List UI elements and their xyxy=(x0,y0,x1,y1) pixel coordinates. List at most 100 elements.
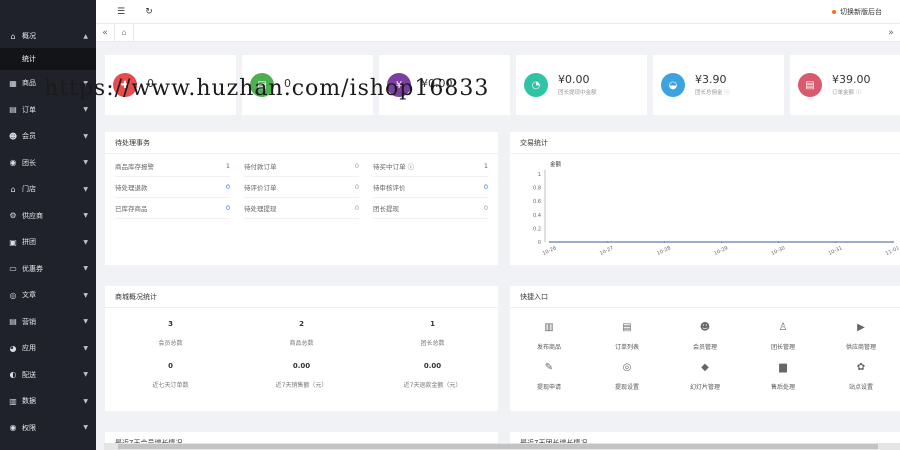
stat-card[interactable]: ◒ ¥3.90 团长总佣金 ⓘ xyxy=(653,55,784,115)
sidebar-item-label: 门店 xyxy=(22,185,36,194)
stat-value: ¥39.00 xyxy=(832,73,871,86)
sidebar-subitem-stats[interactable]: 统计 xyxy=(0,48,96,70)
menu-toggle-icon[interactable]: ☰ xyxy=(114,5,128,19)
overview-stat: 2 商品总数 xyxy=(236,320,367,362)
goods-icon: ▦ xyxy=(9,78,17,88)
x-tick-label: 11-01 xyxy=(885,245,900,257)
sidebar-item-label: 拼团 xyxy=(22,238,36,247)
x-tick-label: 10-29 xyxy=(713,245,729,257)
scroll-left-icon[interactable]: « xyxy=(96,28,114,38)
home-icon: ⌂ xyxy=(10,31,16,41)
sidebar-item-supplier[interactable]: ⚙ 供应商 ▼ xyxy=(0,203,96,230)
quick-entry-label: 团长管理 xyxy=(770,344,795,351)
tab-home[interactable]: ⌂ xyxy=(114,23,134,42)
todo-item[interactable]: 待买中订单 ⓘ 1 xyxy=(373,156,488,177)
quick-entry[interactable]: ◎ 提现设置 xyxy=(588,362,666,402)
refresh-icon[interactable]: ↻ xyxy=(142,5,156,19)
sidebar-item-data[interactable]: ▥ 数据 ▼ xyxy=(0,388,96,415)
scrollbar-thumb[interactable] xyxy=(118,444,878,449)
quick-entry[interactable]: ◆ 幻灯片管理 xyxy=(666,362,744,402)
quick-entry-label: 幻灯片管理 xyxy=(689,384,720,391)
todo-item[interactable]: 待处理退款 0 xyxy=(115,177,230,198)
sidebar-item-delivery[interactable]: ◐ 配送 ▼ xyxy=(0,362,96,389)
x-tick-label: 10-26 xyxy=(542,245,558,257)
todo-count: 0 xyxy=(225,204,230,212)
y-tick-label: 1 xyxy=(538,172,541,178)
list-icon: ▤ xyxy=(798,73,822,97)
chevron-down-icon: ▼ xyxy=(83,424,88,432)
overview-label: 近7天退款金额（元） xyxy=(403,382,462,389)
switch-new-admin-label: 切换新版后台 xyxy=(840,7,882,16)
quick-entry[interactable]: ☻ 会员管理 xyxy=(666,322,744,362)
stat-label: 团长总佣金 ⓘ xyxy=(695,90,730,96)
quick-entry[interactable]: ✿ 站点设置 xyxy=(822,362,900,402)
todo-item[interactable]: 已库存商品 0 xyxy=(115,198,230,219)
mall-overview-grid: 3 会员总数 2 商品总数 1 团长总数 0 近七天订单数 0.00 近7天销售额（元） 0.00 近… xyxy=(105,308,498,404)
x-tick-label: 10-30 xyxy=(770,245,786,257)
app-icon: ◕ xyxy=(9,343,17,353)
overview-stat: 0.00 近7天销售额（元） xyxy=(236,362,367,404)
overview-value: 1 xyxy=(430,320,435,328)
todo-label: 待审核评价 xyxy=(373,184,406,192)
org-icon: ♙ xyxy=(778,322,788,333)
sidebar-item-permission[interactable]: ◉ 权限 ▼ xyxy=(0,415,96,442)
sidebar-item-label: 数据 xyxy=(22,397,36,406)
gear-icon: ✿ xyxy=(856,362,866,373)
quick-entry-label: 会员管理 xyxy=(692,344,717,351)
todo-item[interactable]: 团长提现 0 xyxy=(373,198,488,219)
sidebar-item-group[interactable]: ▣ 拼团 ▼ xyxy=(0,229,96,256)
todo-item[interactable]: 待付款订单 0 xyxy=(244,156,359,177)
chevron-down-icon: ▼ xyxy=(83,344,88,352)
todo-count: 0 xyxy=(354,162,359,170)
quick-entry[interactable]: ▥ 发布商品 xyxy=(510,322,588,362)
overview-value: 2 xyxy=(299,320,304,328)
stat-card[interactable]: ◔ ¥0.00 团长提现中金额 xyxy=(516,55,647,115)
chevron-down-icon: ▼ xyxy=(83,159,88,167)
quick-entry[interactable]: ♙ 团长管理 xyxy=(744,322,822,362)
sidebar-item-member[interactable]: ☻ 会员 ▼ xyxy=(0,123,96,150)
sidebar-item-coupon[interactable]: ▭ 优惠券 ▼ xyxy=(0,256,96,283)
y-tick-label: 0 xyxy=(538,240,541,246)
todo-count: 0 xyxy=(354,183,359,191)
chevron-down-icon: ▼ xyxy=(83,371,88,379)
quick-entry[interactable]: ▤ 订单列表 xyxy=(588,322,666,362)
horizontal-scrollbar[interactable] xyxy=(104,443,900,450)
watermark-text: https://www.huzhan.com/ishop16833 xyxy=(44,76,490,101)
overview-value: 3 xyxy=(168,320,173,328)
todo-item[interactable]: 待评价订单 0 xyxy=(244,177,359,198)
todo-item[interactable]: 商品库存报警 1 xyxy=(115,156,230,177)
scroll-right-icon[interactable]: » xyxy=(882,28,900,38)
quick-entry[interactable]: ✎ 提现申请 xyxy=(510,362,588,402)
sidebar-item-overview[interactable]: ⌂ 概况 ▲ xyxy=(0,24,96,48)
chart-y-label: 金额 xyxy=(550,160,562,168)
ticket-icon: ✎ xyxy=(544,362,554,373)
user-icon: ☻ xyxy=(699,322,711,333)
todo-item[interactable]: 待审核评价 0 xyxy=(373,177,488,198)
sidebar-item-label: 订单 xyxy=(22,105,36,114)
switch-new-admin-link[interactable]: 切换新版后台 xyxy=(832,7,882,17)
sidebar-item-article[interactable]: ◎ 文章 ▼ xyxy=(0,282,96,309)
todo-item[interactable]: 待处理提现 0 xyxy=(244,198,359,219)
truck-icon: ▶ xyxy=(857,322,865,333)
member-icon: ☻ xyxy=(8,131,18,141)
sidebar-item-marketing[interactable]: ▤ 营销 ▼ xyxy=(0,309,96,336)
chevron-down-icon: ▼ xyxy=(83,212,88,220)
sidebar-item-label: 供应商 xyxy=(22,211,43,220)
tab-bar: « ⌂ » xyxy=(96,23,900,42)
quick-entry[interactable]: ▆ 售后处理 xyxy=(744,362,822,402)
sidebar-item-label: 会员 xyxy=(22,132,36,141)
overview-stat: 0 近七天订单数 xyxy=(105,362,236,404)
y-tick-label: 0.2 xyxy=(533,226,541,232)
sidebar-item-leader[interactable]: ◉ 团长 ▼ xyxy=(0,150,96,177)
sidebar-item-label: 应用 xyxy=(22,344,36,353)
todo-label: 待付款订单 xyxy=(244,163,277,171)
sidebar-item-store[interactable]: ⌂ 门店 ▼ xyxy=(0,176,96,203)
sidebar: ⌂ 概况 ▲ 统计 ▦ 商品 ▼ ▤ 订单 ▼ ☻ 会员 ▼ ◉ 团长 ▼ ⌂ … xyxy=(0,0,96,450)
sidebar-item-app[interactable]: ◕ 应用 ▼ xyxy=(0,335,96,362)
tag-icon: ◆ xyxy=(701,362,709,373)
todo-count: 0 xyxy=(225,183,230,191)
overview-label: 近7天销售额（元） xyxy=(275,382,328,389)
stat-card[interactable]: ▤ ¥39.00 订单金额 ⓘ xyxy=(790,55,900,115)
quick-entry[interactable]: ▶ 供应商管理 xyxy=(822,322,900,362)
sidebar-item-label: 概况 xyxy=(22,32,36,40)
